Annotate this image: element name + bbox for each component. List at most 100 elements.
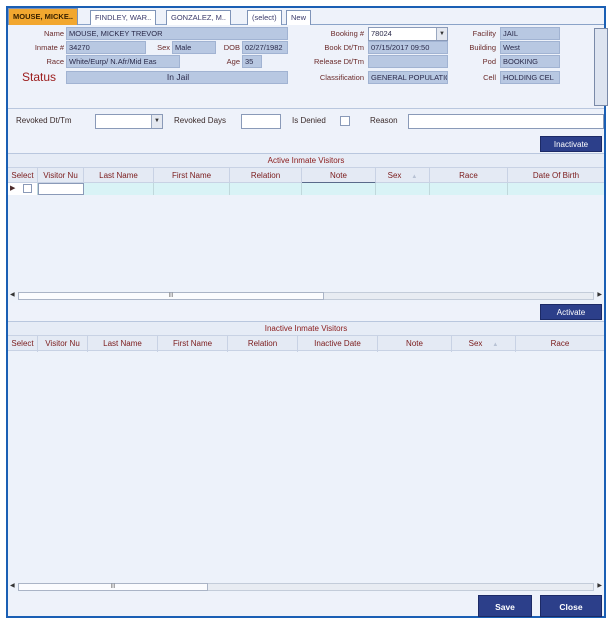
activate-button[interactable]: Activate — [540, 304, 602, 320]
chevron-down-icon[interactable]: ▼ — [151, 115, 162, 128]
col-select[interactable]: Select — [8, 168, 38, 184]
first-name-cell[interactable] — [154, 183, 230, 195]
inactive-visitors-title: Inactive Inmate Visitors — [8, 322, 604, 335]
release-dttm-value — [368, 55, 448, 68]
revoked-dttm-label: Revoked Dt/Tm — [16, 116, 72, 125]
book-dttm-label: Book Dt/Tm — [324, 43, 364, 52]
classification-value: GENERAL POPULATIOI — [368, 71, 448, 84]
row-selector[interactable]: ▶ — [8, 183, 38, 195]
tab-new[interactable]: New — [286, 10, 312, 25]
row-pointer-icon: ▶ — [10, 185, 16, 192]
col-date-of-birth[interactable]: Date Of Birth — [508, 168, 604, 184]
revoked-row: Revoked Dt/Tm ▼ Revoked Days Is Denied R… — [8, 109, 604, 137]
classification-label: Classification — [319, 73, 364, 82]
last-name-cell[interactable] — [84, 183, 154, 195]
col-visitor-number[interactable]: Visitor Nu — [38, 336, 88, 352]
col-last-name[interactable]: Last Name — [84, 168, 154, 184]
scroll-right-icon[interactable]: ▶ — [597, 582, 602, 589]
scroll-thumb[interactable]: III — [18, 583, 208, 591]
release-dttm-label: Release Dt/Tm — [313, 57, 364, 66]
active-grid-hscrollbar[interactable]: ◀ III ▶ — [8, 291, 604, 301]
tab-gonzalez[interactable]: GONZALEZ, M.. — [166, 10, 232, 25]
col-first-name[interactable]: First Name — [158, 336, 228, 352]
col-relation[interactable]: Relation — [228, 336, 298, 352]
visitor-number-cell[interactable] — [38, 183, 84, 195]
sort-arrow-icon: ▲ — [492, 342, 499, 348]
revoked-dttm-picker[interactable]: ▼ — [95, 114, 163, 129]
sort-arrow-icon: ▲ — [411, 174, 418, 180]
active-visitors-grid: Active Inmate Visitors Select Visitor Nu… — [8, 153, 604, 303]
book-dttm-value: 07/15/2017 09:50 — [368, 41, 448, 54]
save-button[interactable]: Save — [478, 595, 532, 617]
visitors-window: MOUSE, MICKE.. FINDLEY, WAR.. GONZALEZ, … — [6, 6, 608, 618]
col-inactive-date[interactable]: Inactive Date — [298, 336, 378, 352]
inactive-visitors-grid: Inactive Inmate Visitors Select Visitor … — [8, 321, 604, 593]
dob-cell[interactable] — [508, 183, 604, 195]
booking-number-select[interactable]: 78024 ▼ — [368, 27, 448, 41]
revoked-days-label: Revoked Days — [174, 116, 227, 125]
inactive-grid-header: Select Visitor Nu Last Name First Name R… — [8, 335, 604, 352]
col-last-name[interactable]: Last Name — [88, 336, 158, 352]
name-label: Name — [43, 29, 64, 38]
building-value: West — [500, 41, 560, 54]
building-label: Building — [469, 43, 496, 52]
cell-value: HOLDING CEL — [500, 71, 560, 84]
cell-label: Cell — [483, 73, 496, 82]
scroll-thumb[interactable]: III — [18, 292, 324, 300]
chevron-down-icon[interactable]: ▼ — [436, 28, 447, 40]
sex-value: Male — [172, 41, 216, 54]
inmate-tab-bar: MOUSE, MICKE.. FINDLEY, WAR.. GONZALEZ, … — [8, 8, 604, 25]
col-sex-label: Sex — [468, 339, 483, 348]
is-denied-label: Is Denied — [292, 116, 326, 125]
col-note[interactable]: Note — [378, 336, 452, 352]
race-value: White/Eurp/ N.Afr/Mid Eas — [66, 55, 180, 68]
pod-value: BOOKING — [500, 55, 560, 68]
inmate-number-value: 34270 — [66, 41, 146, 54]
col-sex[interactable]: Sex ▲ — [452, 336, 516, 352]
status-label: Status — [22, 70, 57, 84]
reason-input[interactable] — [408, 114, 604, 129]
inactivate-button[interactable]: Inactivate — [540, 136, 602, 152]
relation-cell[interactable] — [230, 183, 302, 195]
tab-mouse-mickey[interactable]: MOUSE, MICKE.. — [8, 8, 79, 25]
col-visitor-number[interactable]: Visitor Nu — [38, 168, 84, 184]
facility-label: Facility — [472, 29, 496, 38]
table-row[interactable]: ▶ — [8, 183, 604, 195]
booking-number-label: Booking # — [330, 29, 364, 38]
revoked-days-input[interactable] — [241, 114, 281, 129]
inmate-number-label: Inmate # — [34, 43, 64, 52]
pod-label: Pod — [482, 57, 496, 66]
is-denied-checkbox[interactable] — [340, 116, 350, 126]
col-sex[interactable]: Sex ▲ — [376, 168, 430, 184]
dob-value: 02/27/1982 — [242, 41, 288, 54]
dob-label: DOB — [223, 43, 240, 52]
inactive-grid-hscrollbar[interactable]: ◀ III ▶ — [8, 582, 604, 592]
scroll-left-icon[interactable]: ◀ — [10, 291, 15, 298]
row-select-checkbox[interactable] — [23, 184, 32, 193]
close-button[interactable]: Close — [540, 595, 602, 617]
col-race[interactable]: Race — [516, 336, 604, 352]
col-select[interactable]: Select — [8, 336, 38, 352]
tab-findley[interactable]: FINDLEY, WAR.. — [90, 10, 157, 25]
reason-label: Reason — [370, 116, 398, 125]
scroll-right-icon[interactable]: ▶ — [597, 291, 602, 298]
sex-cell[interactable] — [376, 183, 430, 195]
age-label: Age — [226, 57, 240, 66]
note-cell[interactable] — [302, 183, 376, 195]
facility-value: JAIL — [500, 27, 560, 40]
sex-label: Sex — [157, 43, 170, 52]
col-race[interactable]: Race — [430, 168, 508, 184]
race-cell[interactable] — [430, 183, 508, 195]
booking-number-value: 78024 — [371, 29, 392, 38]
scroll-left-icon[interactable]: ◀ — [10, 582, 15, 589]
status-value: In Jail — [66, 71, 288, 84]
tab-select[interactable]: (select) — [247, 10, 282, 25]
active-grid-header: Select Visitor Nu Last Name First Name R… — [8, 167, 604, 184]
col-relation[interactable]: Relation — [230, 168, 302, 184]
race-label: Race — [46, 57, 64, 66]
name-value: MOUSE, MICKEY TREVOR — [66, 27, 288, 40]
col-first-name[interactable]: First Name — [154, 168, 230, 184]
col-sex-label: Sex — [387, 171, 402, 180]
col-note[interactable]: Note — [302, 168, 376, 184]
inmate-header: Name MOUSE, MICKEY TREVOR Inmate # 34270… — [8, 25, 608, 109]
